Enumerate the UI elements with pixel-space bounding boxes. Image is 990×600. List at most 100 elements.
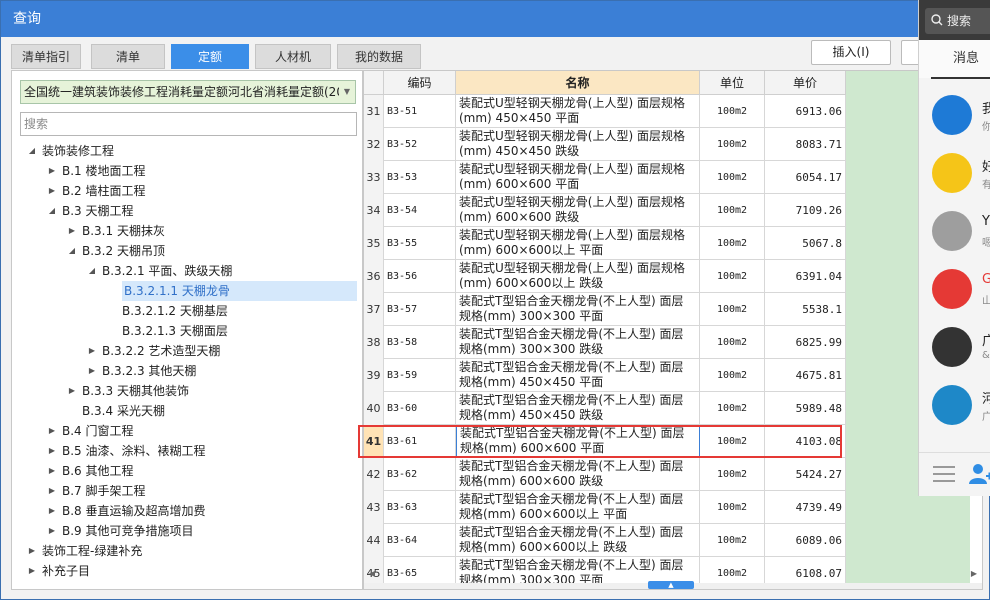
- conversation-item[interactable]: 我你: [919, 86, 990, 144]
- conversation-item[interactable]: 河广: [919, 376, 990, 434]
- quota-price[interactable]: 5538.1: [765, 293, 846, 326]
- quota-code[interactable]: B3-64: [384, 524, 456, 557]
- table-row[interactable]: 40 B3-60 装配式T型铝合金天棚龙骨(不上人型) 面层 规格(mm) 450×4…: [364, 392, 846, 425]
- quota-price[interactable]: 7109.26: [765, 194, 846, 227]
- tree-node[interactable]: ▶ B.6 其他工程: [12, 461, 357, 481]
- name-header[interactable]: 名称: [456, 71, 700, 95]
- quota-name[interactable]: 装配式T型铝合金天棚龙骨(不上人型) 面层 规格(mm) 600×600以上 跌级: [456, 524, 700, 557]
- scroll-right-icon[interactable]: ▶: [969, 569, 979, 579]
- quota-code[interactable]: B3-54: [384, 194, 456, 227]
- quota-unit[interactable]: 100m2: [700, 227, 765, 260]
- quota-price[interactable]: 5067.8: [765, 227, 846, 260]
- quota-code[interactable]: B3-55: [384, 227, 456, 260]
- expand-arrow-icon[interactable]: ◢: [46, 201, 58, 221]
- tree-node[interactable]: ▶ 装饰工程-绿建补充: [12, 541, 357, 561]
- quota-name[interactable]: 装配式T型铝合金天棚龙骨(不上人型) 面层 规格(mm) 600×600以上 平面: [456, 491, 700, 524]
- tree-node[interactable]: B.3.2.1.1 天棚龙骨: [122, 281, 357, 301]
- tab-labor-material[interactable]: 人材机: [255, 44, 331, 69]
- collapse-arrow-icon[interactable]: ▶: [46, 501, 58, 521]
- quota-unit[interactable]: 100m2: [700, 260, 765, 293]
- table-row[interactable]: 32 B3-52 装配式U型轻钢天棚龙骨(上人型) 面层规格 (mm) 450×450…: [364, 128, 846, 161]
- tree-node[interactable]: ▶ B.3.2.3 其他天棚: [12, 361, 357, 381]
- insert-button[interactable]: 插入(I): [811, 40, 891, 65]
- tree-node[interactable]: ▶ B.5 油漆、涂料、裱糊工程: [12, 441, 357, 461]
- quota-code[interactable]: B3-53: [384, 161, 456, 194]
- tree-node[interactable]: B.3.4 采光天棚: [12, 401, 357, 421]
- tab-quota[interactable]: 定额: [171, 44, 249, 69]
- tree-node[interactable]: ▶ B.9 其他可竞争措施项目: [12, 521, 357, 541]
- table-row[interactable]: 36 B3-56 装配式U型轻钢天棚龙骨(上人型) 面层规格 (mm) 600×600…: [364, 260, 846, 293]
- quota-code[interactable]: B3-52: [384, 128, 456, 161]
- menu-icon[interactable]: [933, 465, 955, 483]
- tab-my-data[interactable]: 我的数据: [337, 44, 421, 69]
- quota-name[interactable]: 装配式U型轻钢天棚龙骨(上人型) 面层规格 (mm) 450×450 跌级: [456, 128, 700, 161]
- quota-name[interactable]: 装配式U型轻钢天棚龙骨(上人型) 面层规格 (mm) 600×600以上 平面: [456, 227, 700, 260]
- quota-price[interactable]: 8083.71: [765, 128, 846, 161]
- quota-unit[interactable]: 100m2: [700, 524, 765, 557]
- collapse-arrow-icon[interactable]: ▶: [26, 541, 38, 561]
- collapse-arrow-icon[interactable]: ▶: [66, 221, 78, 241]
- quota-name[interactable]: 装配式U型轻钢天棚龙骨(上人型) 面层规格 (mm) 600×600 平面: [456, 161, 700, 194]
- quota-name[interactable]: 装配式U型轻钢天棚龙骨(上人型) 面层规格 (mm) 600×600 跌级: [456, 194, 700, 227]
- unit-header[interactable]: 单位: [700, 71, 765, 95]
- quota-price[interactable]: 6825.99: [765, 326, 846, 359]
- quota-name[interactable]: 装配式U型轻钢天棚龙骨(上人型) 面层规格 (mm) 450×450 平面: [456, 95, 700, 128]
- quota-unit[interactable]: 100m2: [700, 95, 765, 128]
- quota-price[interactable]: 4739.49: [765, 491, 846, 524]
- tree-node[interactable]: ◢ B.3.2.1 平面、跌级天棚: [12, 261, 357, 281]
- quota-price[interactable]: 6054.17: [765, 161, 846, 194]
- tree-node[interactable]: ◢ 装饰装修工程: [12, 141, 357, 161]
- table-row[interactable]: 34 B3-54 装配式U型轻钢天棚龙骨(上人型) 面层规格 (mm) 600×600…: [364, 194, 846, 227]
- quota-unit[interactable]: 100m2: [700, 392, 765, 425]
- tree-node[interactable]: ▶ B.2 墙柱面工程: [12, 181, 357, 201]
- quota-name[interactable]: 装配式T型铝合金天棚龙骨(不上人型) 面层 规格(mm) 450×450 跌级: [456, 392, 700, 425]
- tree-node[interactable]: ▶ B.8 垂直运输及超高增加费: [12, 501, 357, 521]
- quota-name[interactable]: 装配式U型轻钢天棚龙骨(上人型) 面层规格 (mm) 600×600以上 跌级: [456, 260, 700, 293]
- table-row[interactable]: 33 B3-53 装配式U型轻钢天棚龙骨(上人型) 面层规格 (mm) 600×600…: [364, 161, 846, 194]
- conversation-item[interactable]: 好有: [919, 144, 990, 202]
- tree-node[interactable]: ▶ B.3.3 天棚其他装饰: [12, 381, 357, 401]
- expand-arrow-icon[interactable]: ◢: [86, 261, 98, 281]
- quota-code[interactable]: B3-63: [384, 491, 456, 524]
- table-row[interactable]: 35 B3-55 装配式U型轻钢天棚龙骨(上人型) 面层规格 (mm) 600×600…: [364, 227, 846, 260]
- tree-node[interactable]: B.3.2.1.2 天棚基层: [12, 301, 357, 321]
- collapse-arrow-icon[interactable]: ▶: [46, 161, 58, 181]
- quota-unit[interactable]: 100m2: [700, 491, 765, 524]
- collapse-panel-handle[interactable]: ▲: [648, 581, 694, 589]
- table-row[interactable]: 37 B3-57 装配式T型铝合金天棚龙骨(不上人型) 面层 规格(mm) 300×3…: [364, 293, 846, 326]
- table-row[interactable]: 39 B3-59 装配式T型铝合金天棚龙骨(不上人型) 面层 规格(mm) 450×4…: [364, 359, 846, 392]
- quota-code[interactable]: B3-51: [384, 95, 456, 128]
- tree-node[interactable]: ◢ B.3.2 天棚吊顶: [12, 241, 357, 261]
- collapse-arrow-icon[interactable]: ▶: [86, 361, 98, 381]
- add-contact-icon[interactable]: [969, 463, 990, 485]
- library-select[interactable]: 全国统一建筑装饰装修工程消耗量定额河北省消耗量定额(2012) ▼: [20, 80, 356, 104]
- quota-unit[interactable]: 100m2: [700, 458, 765, 491]
- table-row[interactable]: 42 B3-62 装配式T型铝合金天棚龙骨(不上人型) 面层 规格(mm) 600×6…: [364, 458, 846, 491]
- collapse-arrow-icon[interactable]: ▶: [46, 521, 58, 541]
- tree-node[interactable]: ▶ B.4 门窗工程: [12, 421, 357, 441]
- tree-node[interactable]: B.3.2.1.3 天棚面层: [12, 321, 357, 341]
- collapse-arrow-icon[interactable]: ▶: [66, 381, 78, 401]
- tree-node[interactable]: ▶ 补充子目: [12, 561, 357, 581]
- collapse-arrow-icon[interactable]: ▶: [46, 181, 58, 201]
- table-row[interactable]: 41 B3-61 装配式T型铝合金天棚龙骨(不上人型) 面层 规格(mm) 600×6…: [364, 425, 846, 458]
- quota-price[interactable]: 4103.08: [765, 425, 846, 458]
- price-header[interactable]: 单价: [765, 71, 846, 95]
- tree-node[interactable]: ◢ B.3 天棚工程: [12, 201, 357, 221]
- quota-code[interactable]: B3-62: [384, 458, 456, 491]
- quota-unit[interactable]: 100m2: [700, 194, 765, 227]
- collapse-arrow-icon[interactable]: ▶: [46, 461, 58, 481]
- expand-arrow-icon[interactable]: ◢: [26, 141, 38, 161]
- conversation-item[interactable]: G山: [919, 260, 990, 318]
- quota-code[interactable]: B3-59: [384, 359, 456, 392]
- quota-name[interactable]: 装配式T型铝合金天棚龙骨(不上人型) 面层 规格(mm) 300×300 跌级: [456, 326, 700, 359]
- tree-node[interactable]: ▶ B.3.2.2 艺术造型天棚: [12, 341, 357, 361]
- quota-unit[interactable]: 100m2: [700, 326, 765, 359]
- quota-name[interactable]: 装配式T型铝合金天棚龙骨(不上人型) 面层 规格(mm) 300×300 平面: [456, 293, 700, 326]
- quota-unit[interactable]: 100m2: [700, 161, 765, 194]
- quota-price[interactable]: 5424.27: [765, 458, 846, 491]
- quota-price[interactable]: 6089.06: [765, 524, 846, 557]
- im-search-box[interactable]: 搜索: [925, 8, 990, 34]
- quota-unit[interactable]: 100m2: [700, 128, 765, 161]
- im-tab-messages[interactable]: 消息: [919, 40, 990, 78]
